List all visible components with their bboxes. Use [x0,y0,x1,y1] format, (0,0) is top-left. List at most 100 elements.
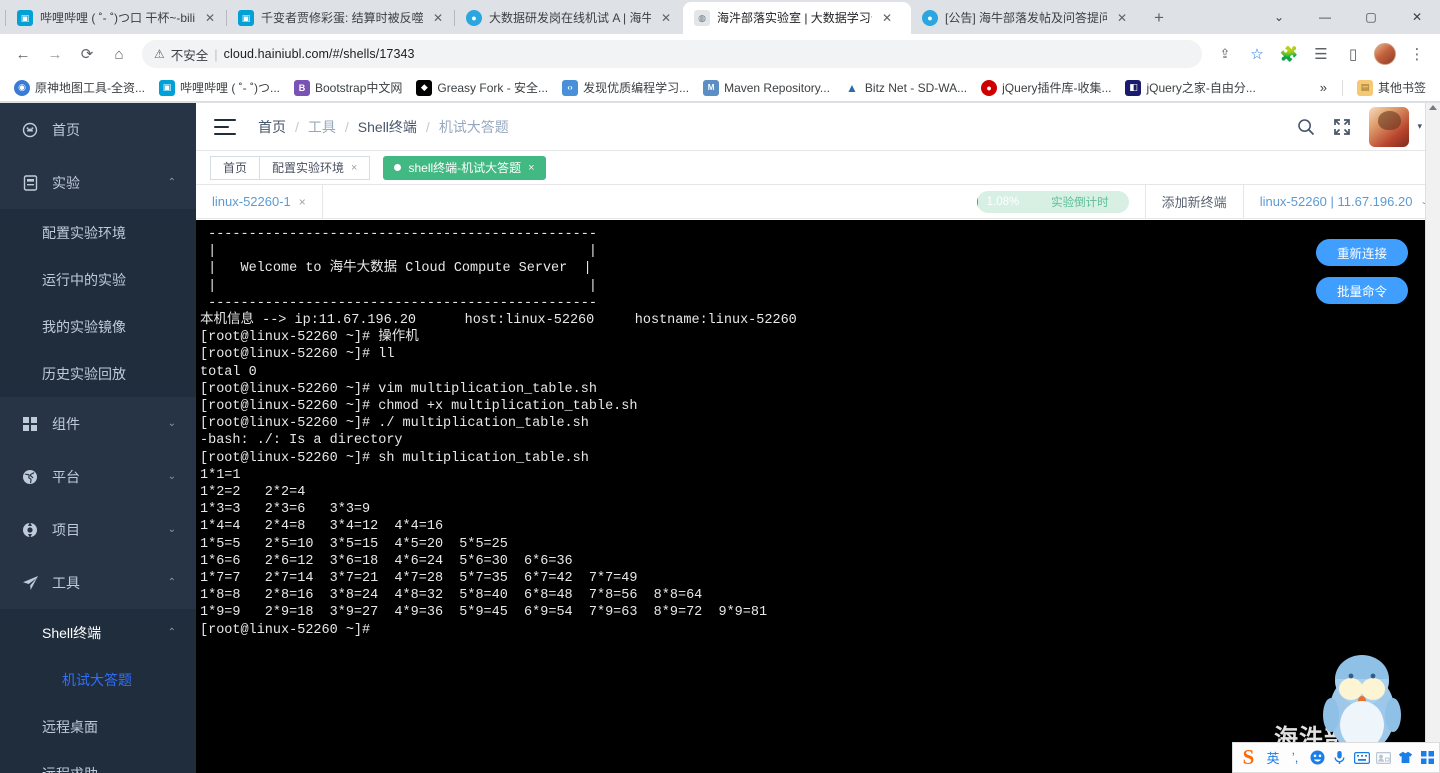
address-bar[interactable]: ⚠ 不安全 | cloud.hainiubl.com/#/shells/1734… [142,40,1202,68]
sidebar-item-shell-terminal[interactable]: Shell终端 ⌃ [0,609,196,656]
close-icon[interactable]: ✕ [202,10,218,26]
app-tab-configure-env[interactable]: 配置实验环境 × [259,155,371,180]
search-icon[interactable] [1297,118,1315,136]
terminal-console[interactable]: ----------------------------------------… [196,220,1440,773]
reconnect-button[interactable]: 重新连接 [1316,239,1408,266]
browser-tab-title: 千变者贾修彩蛋: 结算时被反噬 [261,11,423,25]
main-area: 首页 / 工具 / Shell终端 / 机试大答题 ▾ 首页 配置实验环境 × … [196,103,1440,773]
close-window-icon[interactable]: ✕ [1394,0,1440,34]
bookmark-item[interactable]: B Bootstrap中文网 [288,76,408,99]
tab-search-icon[interactable]: ⌄ [1256,0,1302,34]
sidebar-item-label: 首页 [52,121,80,138]
microphone-icon[interactable] [1328,744,1350,772]
sidebar-item-jishi-daduoti[interactable]: 机试大答题 [0,656,196,703]
sidebar-item-tools[interactable]: 工具 ⌃ [0,556,196,609]
app-tab-label: 配置实验环境 [272,161,345,175]
scroll-up-arrow-icon[interactable] [1429,105,1437,110]
close-icon[interactable]: ✕ [879,10,895,26]
sidebar-item-remote-desktop[interactable]: 远程桌面 [0,703,196,750]
browser-tab[interactable]: ▣ 哔哩哔哩 ( ˚- ˚)つ口 干杯~-bili ✕ [5,2,227,34]
other-bookmarks-button[interactable]: ▤ 其他书签 [1351,76,1432,99]
home-button[interactable]: ⌂ [104,39,134,69]
breadcrumb-item-tools[interactable]: 工具 [308,117,336,137]
terminal-toolbar: linux-52260-1 × 1.08% 实验倒计时 添加新终端 linux-… [196,185,1440,219]
reading-list-icon[interactable]: ☰ [1306,39,1336,69]
send-icon [20,575,40,591]
punctuation-icon[interactable]: ʼ, [1284,744,1306,772]
close-icon[interactable]: ✕ [1114,10,1130,26]
close-icon[interactable]: × [528,162,534,174]
host-selector[interactable]: linux-52260 | 11.67.196.20 ⌄ [1242,185,1440,218]
page-content: 首页 实验 ⌃ 配置实验环境 运行中的实验 我的实验镜像 历史实验回放 组件 ⌄… [0,103,1440,773]
chevron-up-icon: ⌃ [167,577,176,588]
user-profile-icon[interactable] [1373,744,1395,772]
fullscreen-icon[interactable] [1333,118,1351,136]
bookmark-item[interactable]: ◧ jQuery之家-自由分... [1119,76,1261,99]
terminal-session-label: linux-52260-1 [212,194,291,209]
bookmark-label: jQuery之家-自由分... [1146,81,1256,95]
bookmark-item[interactable]: ▲ Bitz Net - SD-WA... [838,77,973,99]
page-scrollbar[interactable] [1425,103,1440,773]
browser-tab-active[interactable]: ◍ 海汼部落实验室 | 大数据学习云环 ✕ [683,2,911,34]
sidebar-item-home[interactable]: 首页 [0,103,196,156]
bookmark-favicon: ● [981,79,998,96]
kebab-menu-icon[interactable]: ⋮ [1402,39,1432,69]
sogou-logo-icon[interactable]: S [1235,744,1262,772]
sidebar-item-remote-help[interactable]: 远程求助 [0,750,196,773]
maximize-icon[interactable]: ▢ [1348,0,1394,34]
terminal-session-tab[interactable]: linux-52260-1 × [196,185,323,218]
bookmarks-overflow-button[interactable]: » [1313,77,1334,98]
browser-tab[interactable]: ▣ 千变者贾修彩蛋: 结算时被反噬 ✕ [226,2,455,34]
bookmark-item[interactable]: ◆ Greasy Fork - 安全... [410,76,554,99]
sidebar-item-history-replay[interactable]: 历史实验回放 [0,350,196,397]
sidebar-item-my-images[interactable]: 我的实验镜像 [0,303,196,350]
back-button[interactable]: ← [8,39,38,69]
app-tab-label: 首页 [223,161,248,175]
minimize-icon[interactable]: — [1302,0,1348,34]
forward-button[interactable]: → [40,39,70,69]
chinese-english-toggle-icon[interactable]: 英 [1262,744,1284,772]
batch-command-button[interactable]: 批量命令 [1316,277,1408,304]
add-terminal-button[interactable]: 添加新终端 [1144,185,1243,218]
reload-button[interactable]: ⟳ [72,39,102,69]
puzzle-icon[interactable]: 🧩 [1274,39,1304,69]
sidebar-item-platform[interactable]: 平台 ⌄ [0,450,196,503]
close-icon[interactable]: ✕ [430,10,446,26]
skin-icon[interactable] [1395,744,1417,772]
sidebar-item-running-experiments[interactable]: 运行中的实验 [0,256,196,303]
avatar[interactable] [1369,106,1410,147]
app-tab-home[interactable]: 首页 [210,155,261,180]
bookmark-item[interactable]: ◉ 原神地图工具-全资... [8,76,151,99]
hamburger-icon[interactable] [214,118,236,135]
sidebar-item-components[interactable]: 组件 ⌄ [0,397,196,450]
sidebar-item-configure-env[interactable]: 配置实验环境 [0,209,196,256]
toolbox-icon[interactable] [1417,744,1439,772]
chevron-down-icon[interactable]: ▾ [1417,121,1422,132]
keyboard-icon[interactable] [1350,744,1372,772]
avatar[interactable] [1374,43,1396,65]
breadcrumb-item-shell[interactable]: Shell终端 [358,117,417,137]
share-icon[interactable]: ⇪ [1210,39,1240,69]
browser-tab[interactable]: ● [公告] 海牛部落发帖及问答提问 ✕ [910,2,1139,34]
browser-tab[interactable]: ● 大数据研发岗在线机试 A | 海牛 ✕ [454,2,683,34]
bookmark-item[interactable]: ● jQuery插件库-收集... [975,76,1117,99]
sidebar-item-experiment[interactable]: 实验 ⌃ [0,156,196,209]
sidebar-subitem-label: Shell终端 [42,624,102,641]
close-icon[interactable]: × [299,195,306,209]
bookmark-item[interactable]: ‹› 发现优质编程学习... [556,76,695,99]
bookmark-item[interactable]: ▣ 哔哩哔哩 ( ˚- ˚)つ... [153,76,286,99]
header-actions: ▾ [1297,106,1422,147]
emoji-icon[interactable] [1306,744,1328,772]
new-tab-button[interactable]: + [1145,4,1173,32]
breadcrumb-item-home[interactable]: 首页 [258,117,286,137]
close-icon[interactable]: ✕ [658,10,674,26]
bookmark-item[interactable]: M Maven Repository... [697,77,836,99]
side-panel-icon[interactable]: ▯ [1338,39,1368,69]
bookmark-favicon: ‹› [562,79,579,96]
app-tab-shell-active[interactable]: shell终端-机试大答题 × [383,155,546,180]
star-icon[interactable]: ☆ [1242,39,1272,69]
sidebar-item-project[interactable]: 项目 ⌄ [0,503,196,556]
terminal-side-actions: 重新连接 批量命令 [1316,239,1408,304]
close-icon[interactable]: × [351,162,357,174]
app-tab-label: shell终端-机试大答题 [408,161,522,175]
